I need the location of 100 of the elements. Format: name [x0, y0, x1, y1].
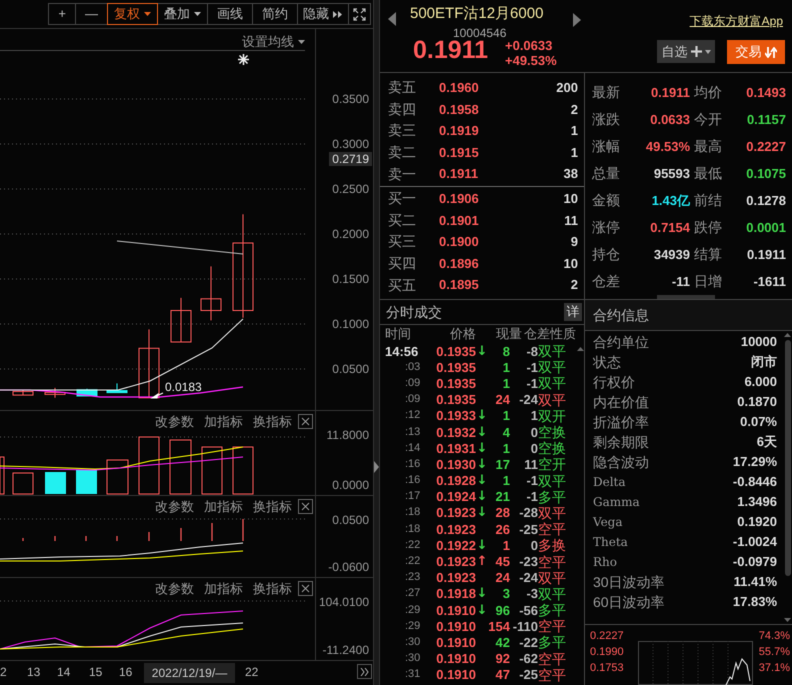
order-volume: 1 [570, 122, 578, 140]
position-change: -1 [525, 474, 538, 488]
direction-arrow: ↓ [476, 458, 488, 471]
trade-type: 空平 [538, 668, 567, 682]
toolbar-button[interactable]: 画线 [207, 3, 253, 25]
stat-label: 总量 [592, 164, 620, 183]
trade-time: :22 [404, 556, 422, 568]
trade-time: :27 [404, 588, 422, 600]
trade-volume: 1 [502, 538, 510, 552]
axis-label: 0.0500 [332, 363, 369, 375]
trade-time: :17 [404, 491, 422, 502]
info-value: 17.83% [732, 593, 777, 612]
volume-bar [138, 436, 160, 494]
trade-type: 空换 [538, 425, 567, 440]
stat-value: 0.1911 [650, 84, 690, 102]
indicator-control[interactable]: 换指标 [253, 582, 292, 595]
trade-type: 空平 [538, 522, 567, 536]
indicator-control[interactable]: 改参数 [155, 415, 194, 428]
stat-value: 0.0001 [746, 218, 786, 237]
trade-volume: 1 [502, 409, 510, 422]
toolbar-button[interactable]: 复权 [107, 3, 158, 25]
stat-value: 0.1911 [746, 246, 786, 264]
trade-price: 0.1935 [435, 360, 476, 374]
position-change: 1 [530, 409, 538, 422]
last-price: 0.1911 [413, 38, 488, 63]
price-change: +0.0633 [505, 39, 552, 52]
scrollbar-thumb[interactable] [784, 340, 790, 576]
toolbar-button[interactable]: + [48, 3, 76, 25]
indicator-control[interactable]: 改参数 [155, 500, 194, 513]
toolbar-button[interactable]: 简约 [252, 3, 298, 25]
caret-icon [704, 50, 710, 54]
axis-label: 0.3500 [332, 93, 369, 105]
position-change: -1 [525, 490, 538, 504]
caret-icon [144, 12, 151, 16]
indicator-control[interactable]: 换指标 [253, 500, 292, 513]
close-icon [301, 502, 310, 511]
order-level-label: 卖三 [388, 121, 417, 140]
next-button[interactable] [357, 664, 372, 679]
order-price: 0.1958 [439, 100, 480, 119]
trade-price: 0.1923 [435, 506, 476, 520]
stat-label: 结算 [694, 245, 722, 264]
column-header: 时间 [385, 325, 412, 344]
trade-type: 空换 [538, 441, 567, 456]
info-value: -1.0024 [732, 533, 777, 552]
resize-handle[interactable] [657, 295, 715, 299]
stat-label: 跌停 [694, 218, 722, 237]
indicator-control[interactable]: 加指标 [204, 582, 243, 595]
indicator-control[interactable]: 改参数 [155, 582, 194, 595]
indicator-control[interactable]: 加指标 [204, 500, 243, 513]
trade-type: 多平 [538, 603, 567, 618]
position-change: 11 [523, 458, 538, 471]
order-volume: 1 [570, 144, 578, 162]
direction-arrow: ↓ [476, 506, 488, 520]
indicator-control[interactable]: 加指标 [204, 415, 243, 428]
order-volume: 2 [570, 276, 578, 294]
volume-bar [232, 446, 254, 494]
info-label: 60日波动率 [593, 592, 665, 612]
toolbar-button[interactable]: 隐藏 [297, 3, 349, 25]
caret-icon [298, 40, 305, 44]
trade-price: 0.1910 [435, 636, 476, 649]
order-volume: 38 [562, 165, 578, 184]
axis-label: 74.3% [758, 631, 790, 642]
trade-price: 0.1923 [435, 555, 476, 568]
stat-value: 1.43亿 [652, 192, 690, 210]
stat-label: 最低 [694, 164, 722, 183]
trade-volume: 8 [502, 344, 510, 358]
trade-type: 多平 [538, 490, 567, 504]
info-label: 折溢价率 [593, 412, 649, 432]
ma-settings-button[interactable]: 设置均线 [242, 32, 305, 52]
trade-time: :13 [404, 426, 422, 438]
trade-type: 空平 [538, 652, 567, 666]
toolbar-button[interactable] [348, 3, 371, 25]
close-button[interactable] [298, 499, 313, 514]
trade-volume: 1 [502, 376, 510, 390]
trade-volume: 1 [502, 360, 510, 374]
close-button[interactable] [298, 414, 313, 429]
axis-label: 0.2000 [332, 228, 369, 240]
volume-bar [170, 440, 192, 494]
order-level-label: 卖二 [388, 143, 417, 162]
indicator-control[interactable]: 换指标 [253, 415, 292, 428]
close-icon [301, 417, 310, 426]
detail-button[interactable]: 详 [564, 303, 582, 321]
trade-time: :30 [404, 636, 422, 648]
toolbar-button[interactable]: — [75, 3, 108, 25]
toolbar-button[interactable]: 叠加 [157, 3, 208, 25]
scroll-up-icon [784, 333, 791, 337]
watchlist-button[interactable]: 自选 [657, 40, 715, 63]
position-change: -62 [518, 652, 538, 666]
candlestick [200, 266, 222, 321]
swap-arrows-icon [764, 46, 776, 58]
volume-bar [0, 456, 4, 494]
download-app-link[interactable]: 下载东方财富App [690, 12, 783, 30]
order-level-label: 买一 [388, 189, 417, 208]
close-button[interactable] [298, 581, 313, 596]
trade-time: :18 [404, 524, 422, 535]
axis-label: 0.3000 [332, 138, 369, 150]
trade-button[interactable]: 交易 [727, 40, 785, 64]
trade-volume: 26 [494, 522, 510, 536]
fullscreen-icon [353, 8, 366, 20]
trade-type: 双平 [538, 376, 567, 390]
